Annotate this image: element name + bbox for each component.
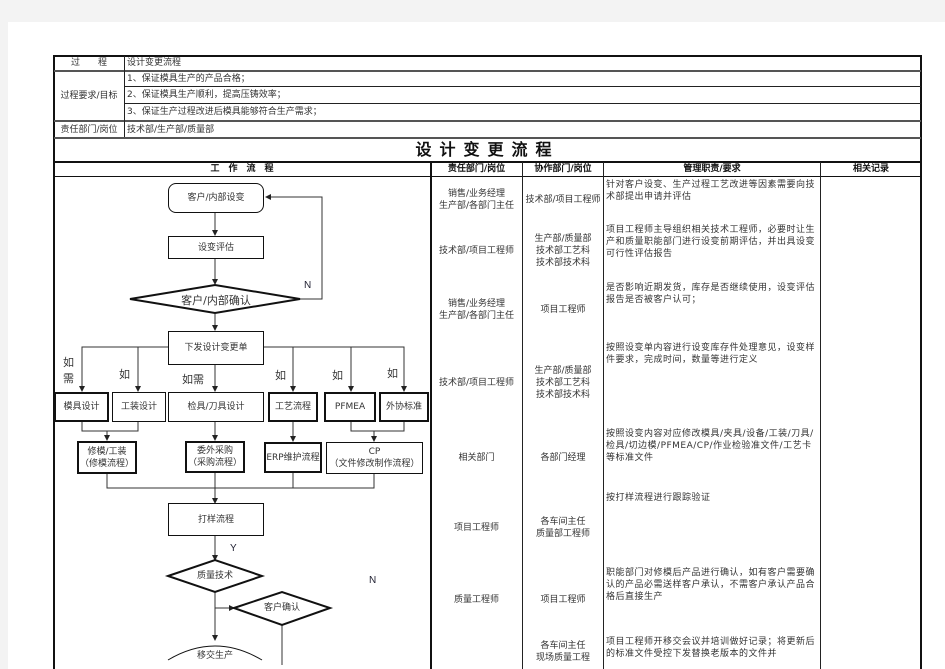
- connector: [350, 421, 405, 432]
- flow-step-issue-change-order[interactable]: 下发设计变更单: [168, 331, 264, 365]
- flow-label-if: 如: [119, 368, 130, 381]
- flow-branch-mold-design[interactable]: 模具设计: [54, 392, 109, 422]
- flow-label-no: N: [304, 280, 312, 291]
- flow-step-sample-process[interactable]: 打样流程: [168, 503, 264, 536]
- flow-decision-quality-label: 质量技术: [196, 571, 233, 581]
- flow-decision-confirm-label: 客户/内部确认: [181, 294, 251, 307]
- flow-label-yes: Y: [230, 543, 237, 554]
- flow-label-if-needed: 如 需: [63, 356, 74, 385]
- flow-step-change-evaluation[interactable]: 设变评估: [168, 236, 264, 259]
- flow-branch-outsourcing-standard[interactable]: 外协标准: [379, 392, 429, 422]
- flow-start-customer-internal-change[interactable]: 客户/内部设变: [168, 183, 264, 213]
- flow-label-if: 如: [275, 369, 286, 382]
- flow-sub-outsourced-purchase[interactable]: 委外采购 （采购流程）: [185, 441, 245, 473]
- connector: [81, 421, 139, 432]
- connector: [265, 194, 323, 300]
- flow-terminal-handover-label: 移交生产: [196, 651, 233, 661]
- flow-decision-customer-confirm-label: 客户确认: [263, 603, 300, 613]
- connector: [106, 474, 375, 489]
- flow-sub-cp-document[interactable]: CP （文件修改制作流程）: [326, 442, 423, 474]
- flowchart-connectors: [79, 194, 407, 665]
- flow-branch-pfmea[interactable]: PFMEA: [324, 392, 376, 422]
- flow-branch-fixture-design[interactable]: 工装设计: [112, 392, 166, 422]
- flow-label-if: 如: [387, 367, 398, 380]
- flow-sub-erp-maintenance[interactable]: ERP维护流程: [264, 442, 322, 473]
- flow-label-no: N: [369, 575, 377, 586]
- flow-label-if-needed: 如需: [182, 373, 204, 386]
- flow-sub-mold-repair[interactable]: 修模/工装 （修模流程）: [77, 441, 137, 474]
- flow-branch-process-flow[interactable]: 工艺流程: [268, 392, 318, 422]
- flow-label-if: 如: [332, 369, 343, 382]
- flow-branch-gauge-tool-design[interactable]: 检具/刀具设计: [168, 392, 264, 422]
